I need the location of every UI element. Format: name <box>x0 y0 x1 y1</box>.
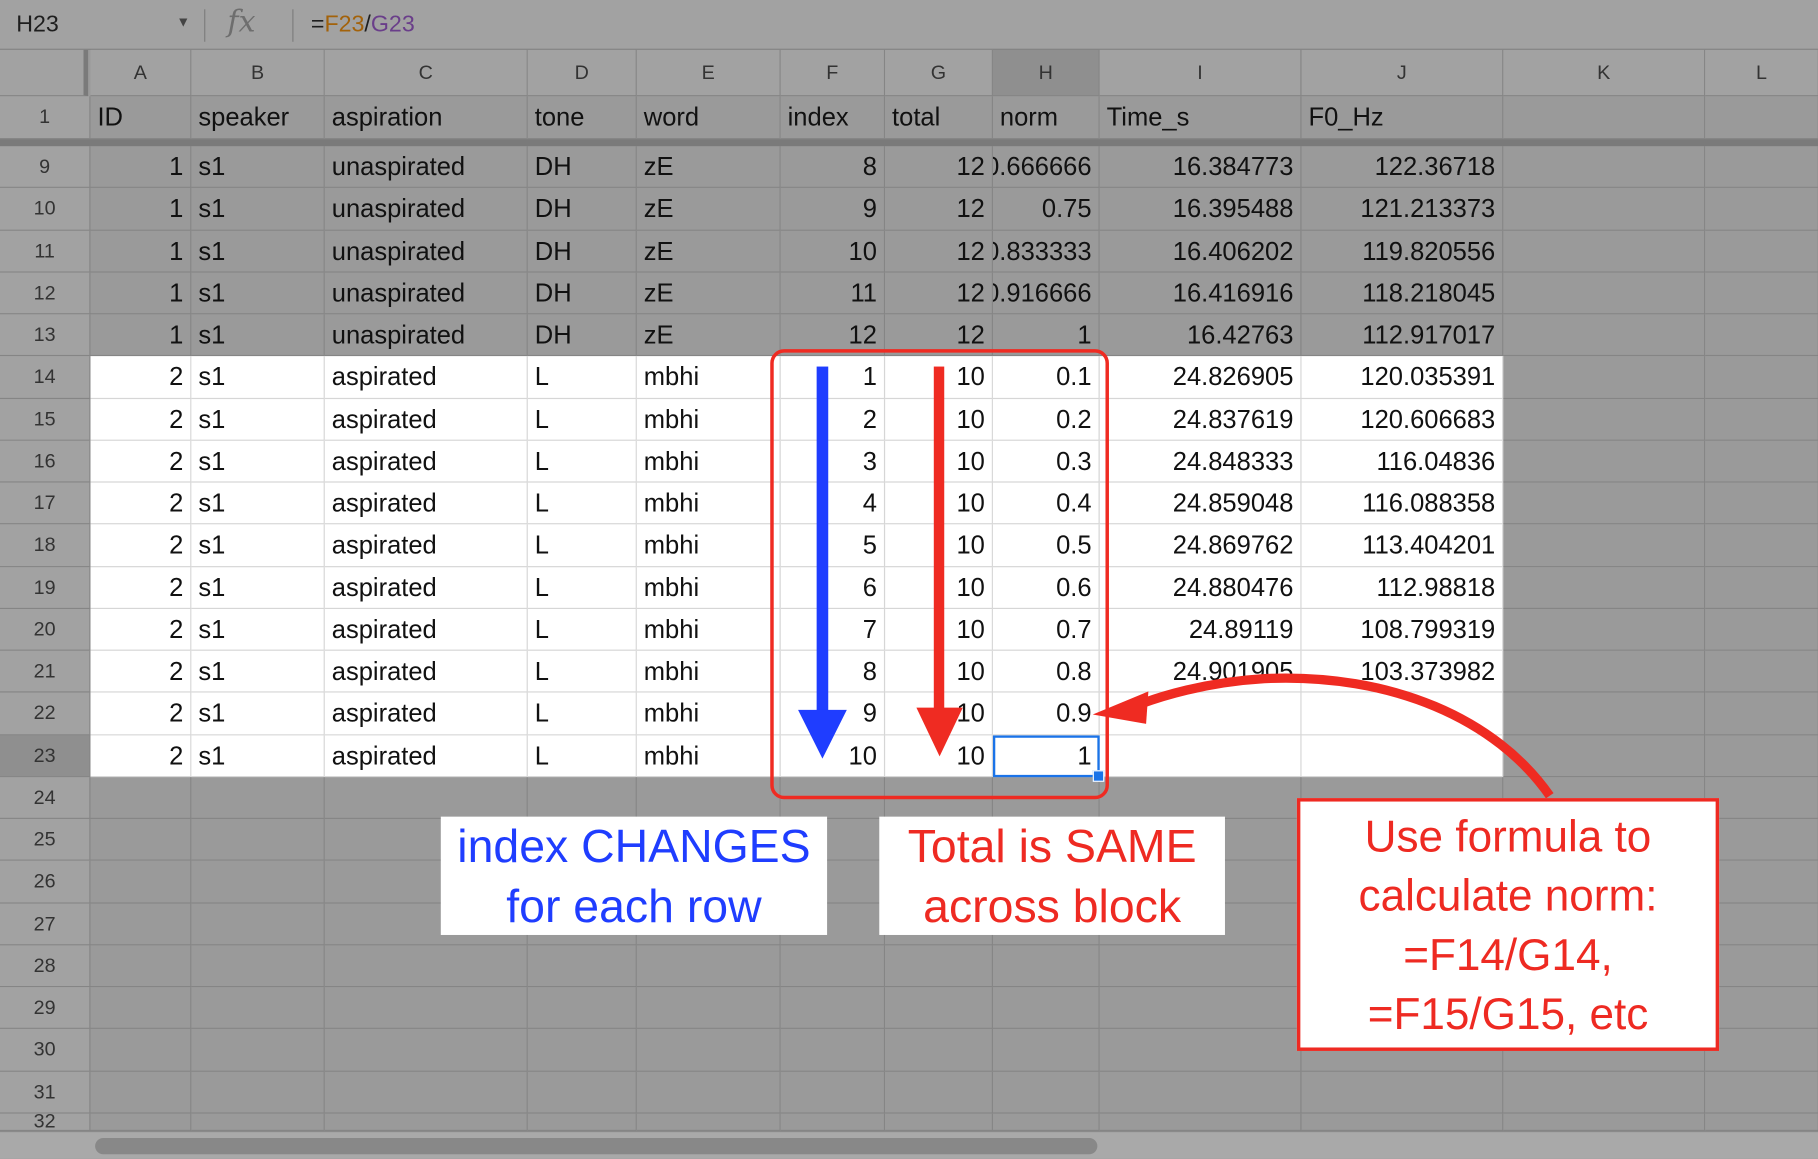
curved-arrow-shaft <box>1129 673 1554 799</box>
formula-note-line: =F14/G14, <box>1403 931 1613 981</box>
spreadsheet-app: H23 ▼ fx =F23/G23 ABCDEFGHIJKL 1 ID speake… <box>0 0 1818 1159</box>
scrollbar-thumb[interactable] <box>95 1137 1098 1155</box>
red-arrow-head <box>916 707 963 757</box>
blue-arrow-shaft <box>816 366 829 715</box>
formula-note: Use formula to calculate norm: =F14/G14,… <box>1296 798 1720 1051</box>
red-arrow-shaft <box>933 366 945 710</box>
total-same-note: Total is SAME across block <box>879 816 1225 935</box>
formula-note-line: Use formula to <box>1364 813 1652 862</box>
blue-arrow-head <box>798 709 847 759</box>
formula-note-line: calculate norm: <box>1358 872 1658 922</box>
index-note-line: index CHANGES <box>457 821 811 873</box>
curved-arrow-head <box>1092 691 1149 724</box>
formula-note-line: =F15/G15, etc <box>1367 990 1649 1040</box>
total-note-line: Total is SAME <box>907 821 1197 873</box>
index-changes-note: index CHANGES for each row <box>440 816 828 935</box>
horizontal-scrollbar[interactable] <box>0 1131 1818 1159</box>
total-note-line: across block <box>923 881 1182 933</box>
index-note-line: for each row <box>506 881 762 933</box>
